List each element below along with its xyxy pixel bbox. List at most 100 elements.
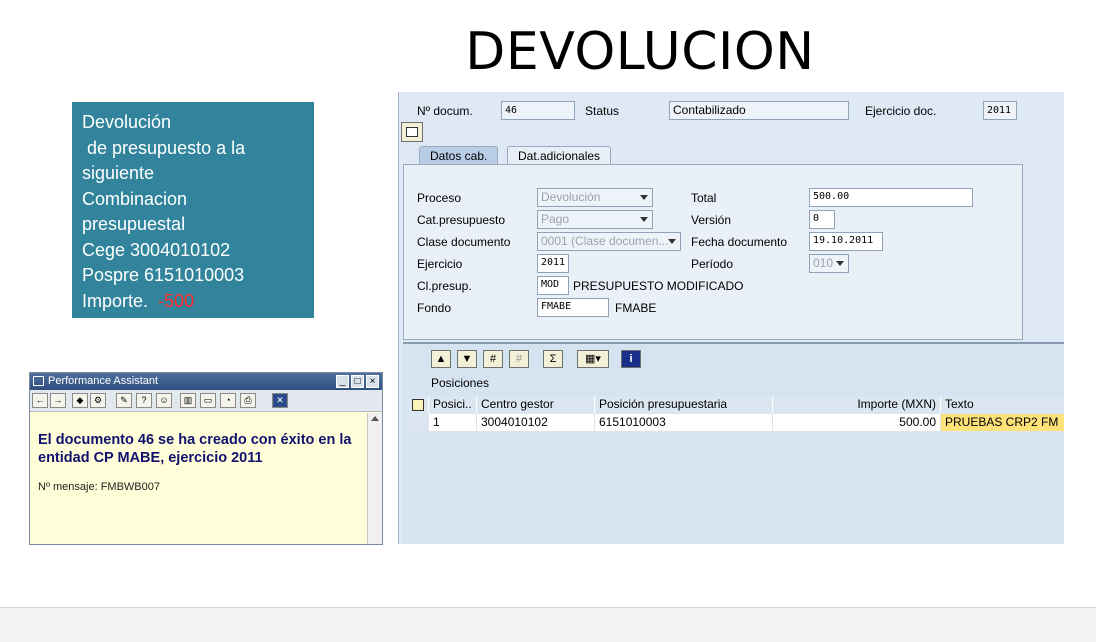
- tools-icon: ⚙: [93, 395, 103, 405]
- doc-number-field[interactable]: 46: [501, 101, 575, 120]
- pencil-icon: ✎: [120, 395, 128, 405]
- column-header-importe[interactable]: Importe (MXN): [773, 396, 941, 414]
- chevron-down-icon: [640, 217, 648, 222]
- assistant-scrollbar[interactable]: [367, 413, 382, 544]
- note-importe-line: Importe. -500: [82, 289, 304, 315]
- cl-presup-description: PRESUPUESTO MODIFICADO: [573, 279, 744, 293]
- table-cell[interactable]: 6151010003: [595, 414, 773, 432]
- book-icon: ▥: [183, 395, 193, 405]
- clase-documento-label: Clase documento: [417, 235, 511, 249]
- proceso-select[interactable]: Devolución: [537, 188, 653, 207]
- binoculars-next-icon: #: [515, 353, 523, 365]
- assistant-message-id: Nº mensaje: FMBWB007: [38, 481, 160, 493]
- clase-documento-value: 0001 (Clase documen...: [541, 234, 669, 248]
- forward-button[interactable]: →: [50, 393, 66, 408]
- back-button[interactable]: ←: [32, 393, 48, 408]
- status-field[interactable]: Contabilizado: [669, 101, 849, 120]
- exit-button[interactable]: ✕: [272, 393, 288, 408]
- proceso-label: Proceso: [417, 191, 462, 205]
- fondo-field[interactable]: FMABE: [537, 298, 609, 317]
- tools-button[interactable]: ⚙: [90, 393, 106, 408]
- doc-year-field[interactable]: 2011: [983, 101, 1017, 120]
- help-button[interactable]: ◔: [220, 393, 236, 408]
- total-label: Total: [691, 191, 717, 205]
- column-header-posicion[interactable]: Posici..: [429, 396, 477, 414]
- table-cell-highlighted[interactable]: PRUEBAS CRP2 FM: [941, 414, 1064, 432]
- binoculars-icon: #: [489, 353, 497, 365]
- table-cell[interactable]: 1: [429, 414, 477, 432]
- performance-assistant-window: Performance Assistant _ □ × ← → ◆ ⚙ ✎ ? …: [29, 372, 383, 545]
- doc-year-label: Ejercicio doc.: [865, 104, 937, 118]
- periodo-select[interactable]: 010: [809, 254, 849, 273]
- column-header-posicion-presupuestaria[interactable]: Posición presupuestaria: [595, 396, 773, 414]
- layout-button[interactable]: ▦▾: [577, 350, 609, 368]
- maximize-button[interactable]: □: [351, 375, 364, 388]
- note-button[interactable]: ▭: [200, 393, 216, 408]
- table-cell[interactable]: 3004010102: [477, 414, 595, 432]
- tab-datos-cab[interactable]: Datos cab.: [419, 146, 499, 166]
- close-icon: ✕: [276, 395, 284, 405]
- positions-area: [403, 342, 1064, 544]
- assistant-message: El documento 46 se ha creado con éxito e…: [38, 432, 352, 466]
- periodo-value: 010: [813, 256, 834, 270]
- note-line: presupuestal: [82, 214, 186, 234]
- chevron-down-icon: [640, 195, 648, 200]
- table-settings-icon: [412, 399, 424, 411]
- tab-dat-adicionales[interactable]: Dat.adicionales: [507, 146, 612, 166]
- minimize-button[interactable]: _: [336, 375, 349, 388]
- version-field[interactable]: 0: [809, 210, 835, 229]
- row-selector[interactable]: [409, 414, 429, 432]
- column-header-centro-gestor[interactable]: Centro gestor: [477, 396, 595, 414]
- filter-button[interactable]: ▼: [457, 350, 477, 368]
- note-line: Cege 3004010102: [82, 239, 231, 260]
- help-icon: ◔: [225, 395, 231, 405]
- find-button[interactable]: #: [483, 350, 503, 368]
- bookmark-button[interactable]: ◆: [72, 393, 88, 408]
- print-button[interactable]: ▲: [431, 350, 451, 368]
- fecha-documento-field[interactable]: 19.10.2011: [809, 232, 883, 251]
- fondo-description: FMABE: [615, 301, 657, 315]
- cat-presupuesto-value: Pago: [541, 212, 570, 226]
- arrow-left-icon: ←: [35, 395, 45, 405]
- fondo-label: Fondo: [417, 301, 452, 315]
- proceso-value: Devolución: [541, 190, 601, 204]
- clase-documento-select[interactable]: 0001 (Clase documen...: [537, 232, 681, 251]
- sum-button[interactable]: Σ: [543, 350, 563, 368]
- note-importe-label: Importe.: [82, 290, 149, 311]
- note-line: Combinacion: [82, 188, 188, 209]
- layout-icon: ▦▾: [585, 353, 601, 365]
- expand-header-button[interactable]: [401, 122, 423, 142]
- note-importe-value: -500: [158, 290, 195, 311]
- doc-number-label: Nº docum.: [417, 104, 473, 118]
- close-button[interactable]: ×: [366, 375, 379, 388]
- note-line: Devolución: [82, 112, 172, 132]
- find-next-button[interactable]: #: [509, 350, 529, 368]
- info-button[interactable]: i: [621, 350, 641, 368]
- filter-icon: ▼: [461, 353, 473, 365]
- note-line: Pospre 6151010003: [82, 265, 245, 285]
- cl-presup-field[interactable]: MOD: [537, 276, 569, 295]
- slide-title: DEVOLUCION: [465, 22, 815, 82]
- arrow-right-icon: →: [53, 395, 63, 405]
- print-button[interactable]: ⎙: [240, 393, 256, 408]
- ejercicio-field[interactable]: 2011: [537, 254, 569, 273]
- table-cell[interactable]: 500.00: [773, 414, 941, 432]
- scroll-up-icon: [371, 416, 379, 421]
- chevron-down-icon: [668, 239, 676, 244]
- cat-presupuesto-label: Cat.presupuesto: [417, 213, 506, 227]
- folder-icon: [406, 127, 418, 137]
- note-line: siguiente: [82, 163, 155, 183]
- edit-button[interactable]: ✎: [116, 393, 132, 408]
- technical-info-icon: ☺: [159, 395, 169, 405]
- cat-presupuesto-select[interactable]: Pago: [537, 210, 653, 229]
- glossary-button[interactable]: ?: [136, 393, 152, 408]
- positions-label: Posiciones: [431, 376, 490, 390]
- cl-presup-label: Cl.presup.: [417, 279, 472, 293]
- fecha-documento-label: Fecha documento: [691, 235, 788, 249]
- technical-info-button[interactable]: ☺: [156, 393, 172, 408]
- assistant-title: Performance Assistant: [48, 375, 159, 387]
- total-field[interactable]: 500.00: [809, 188, 973, 207]
- column-header-texto[interactable]: Texto: [941, 396, 1064, 414]
- note-line: de presupuesto a la: [82, 137, 246, 158]
- book-button[interactable]: ▥: [180, 393, 196, 408]
